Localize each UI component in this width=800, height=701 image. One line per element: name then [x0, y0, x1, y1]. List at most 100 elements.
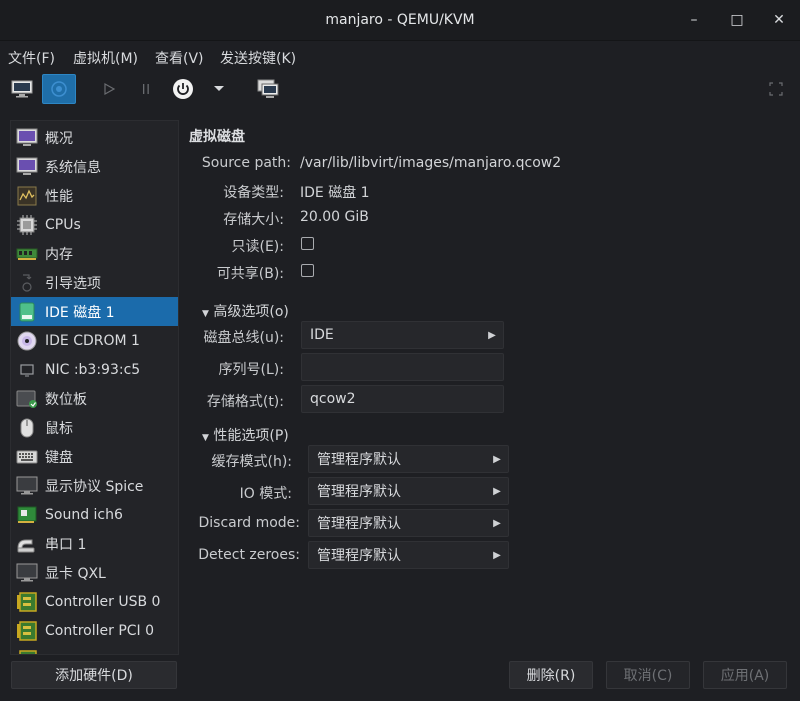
source-path-label: Source path: — [201, 155, 291, 171]
remove-button[interactable]: 删除(R) — [509, 661, 593, 689]
sidebar-item-video[interactable]: 显卡 QXL — [11, 558, 178, 587]
sidebar-item-overview[interactable]: 概况 — [11, 123, 178, 152]
close-button[interactable]: ✕ — [769, 10, 789, 30]
snapshot-icon — [257, 79, 279, 98]
device-type-label: 设备类型: — [223, 185, 284, 201]
mouse-icon — [15, 417, 39, 439]
sound-icon — [15, 504, 39, 526]
sidebar-item-memory[interactable]: 内存 — [11, 239, 178, 268]
storage-format-label: 存储格式(t): — [206, 394, 284, 410]
sidebar-item-label: 系统信息 — [45, 159, 101, 176]
sidebar-item-label: 鼠标 — [45, 420, 73, 437]
chevron-right-icon: ▶ — [493, 485, 501, 497]
nic-icon — [15, 359, 39, 381]
maximize-button[interactable]: □ — [727, 10, 747, 30]
minimize-button[interactable]: – — [684, 10, 704, 30]
details-panel: 虚拟磁盘 Source path: /var/lib/libvirt/image… — [188, 120, 788, 650]
sidebar-item-tablet[interactable]: 数位板 — [11, 384, 178, 413]
menu-bar: 文件(F) 虚拟机(M) 查看(V) 发送按键(K) — [0, 41, 800, 71]
title-bar: manjaro - QEMU/KVM – □ ✕ — [0, 0, 800, 41]
chevron-right-icon: ▶ — [488, 329, 496, 341]
tablet-icon — [15, 388, 39, 410]
controller-icon — [15, 649, 39, 654]
sidebar-item-label: 引导选项 — [45, 275, 101, 292]
details-view-button[interactable] — [42, 74, 76, 104]
boot-icon — [15, 272, 39, 294]
controller-icon — [15, 591, 39, 613]
sidebar-item-ide-disk[interactable]: IDE 磁盘 1 — [11, 297, 178, 326]
source-path-value: /var/lib/libvirt/images/manjaro.qcow2 — [300, 155, 562, 171]
detect-zeroes-select[interactable]: 管理程序默认 ▶ — [308, 541, 509, 569]
shutdown-menu-button[interactable] — [202, 74, 236, 104]
cancel-button[interactable]: 取消(C) — [606, 661, 690, 689]
sidebar-item-serial[interactable]: 串口 1 — [11, 529, 178, 558]
sidebar-item-label: 内存 — [45, 246, 73, 263]
snapshots-button[interactable] — [251, 74, 285, 104]
serial-input[interactable] — [301, 353, 504, 381]
overview-icon — [15, 127, 39, 149]
keyboard-icon — [15, 446, 39, 468]
performance-options-expander[interactable]: ▼ 性能选项(P) — [202, 425, 289, 445]
power-icon — [173, 79, 193, 99]
sidebar-item-controller-usb[interactable]: Controller USB 0 — [11, 587, 178, 616]
sidebar-item-cpus[interactable]: CPUs — [11, 210, 178, 239]
storage-size-label: 存储大小: — [223, 212, 284, 228]
run-button[interactable] — [92, 74, 126, 104]
device-type-value: IDE 磁盘 1 — [300, 185, 370, 201]
expander-arrow-icon: ▼ — [202, 433, 209, 443]
serial-icon — [15, 533, 39, 555]
sidebar-item-label: 概况 — [45, 130, 73, 147]
sidebar-item-cdrom[interactable]: IDE CDROM 1 — [11, 326, 178, 355]
system-info-icon — [15, 156, 39, 178]
sidebar-item-label: 显示协议 Spice — [45, 478, 144, 495]
pause-button[interactable] — [129, 74, 163, 104]
sidebar-item-sound[interactable]: Sound ich6 — [11, 500, 178, 529]
menu-file[interactable]: 文件(F) — [8, 48, 55, 68]
discard-mode-label: Discard mode: — [198, 515, 300, 531]
sidebar-item-keyboard[interactable]: 键盘 — [11, 442, 178, 471]
sidebar-item-controller-pci[interactable]: Controller PCI 0 — [11, 616, 178, 645]
sidebar-item-label: 串口 1 — [45, 536, 87, 553]
menu-vm[interactable]: 虚拟机(M) — [73, 48, 138, 68]
controller-icon — [15, 620, 39, 642]
discard-mode-select[interactable]: 管理程序默认 ▶ — [308, 509, 509, 537]
cache-mode-select[interactable]: 管理程序默认 ▶ — [308, 445, 509, 473]
shutdown-button[interactable] — [166, 74, 200, 104]
shareable-label: 可共享(B): — [216, 266, 284, 282]
shareable-checkbox[interactable] — [301, 264, 314, 277]
sidebar-item-label: Controller USB 0 — [45, 593, 161, 610]
sidebar-item-label: 数位板 — [45, 391, 87, 408]
cdrom-icon — [15, 330, 39, 352]
advanced-options-expander[interactable]: ▼ 高级选项(o) — [202, 301, 289, 321]
apply-button[interactable]: 应用(A) — [703, 661, 787, 689]
storage-size-value: 20.00 GiB — [300, 209, 369, 225]
sidebar-item-label: 键盘 — [45, 449, 73, 466]
sidebar-item-label: Controller PCI 0 — [45, 622, 155, 639]
menu-send-key[interactable]: 发送按键(K) — [220, 48, 296, 68]
sidebar-item-system-info[interactable]: 系统信息 — [11, 152, 178, 181]
readonly-label: 只读(E): — [231, 239, 285, 255]
readonly-checkbox[interactable] — [301, 237, 314, 250]
cache-mode-label: 缓存模式(h): — [211, 454, 292, 470]
chevron-down-icon — [214, 86, 224, 91]
sidebar-item-display[interactable]: 显示协议 Spice — [11, 471, 178, 500]
chevron-right-icon: ▶ — [493, 453, 501, 465]
io-mode-select[interactable]: 管理程序默认 ▶ — [308, 477, 509, 505]
storage-format-input[interactable]: qcow2 — [301, 385, 504, 413]
sidebar-item-mouse[interactable]: 鼠标 — [11, 413, 178, 442]
hardware-list: 概况 系统信息 性能 CPUs 内存 引导选项 IDE 磁盘 1 IDE CDR… — [10, 120, 179, 655]
chevron-right-icon: ▶ — [493, 549, 501, 561]
monitor-icon — [11, 80, 33, 98]
disk-bus-select[interactable]: IDE ▶ — [301, 321, 504, 349]
detect-zeroes-label: Detect zeroes: — [198, 547, 300, 563]
console-view-button[interactable] — [5, 74, 39, 104]
sidebar-item-performance[interactable]: 性能 — [11, 181, 178, 210]
menu-view[interactable]: 查看(V) — [155, 48, 204, 68]
expander-arrow-icon: ▼ — [202, 309, 209, 319]
sidebar-item-label: IDE 磁盘 1 — [45, 304, 115, 321]
add-hardware-button[interactable]: 添加硬件(D) — [11, 661, 177, 689]
disk-bus-label: 磁盘总线(u): — [203, 330, 284, 346]
sidebar-item-boot[interactable]: 引导选项 — [11, 268, 178, 297]
sidebar-item-nic[interactable]: NIC :b3:93:c5 — [11, 355, 178, 384]
fullscreen-button[interactable] — [759, 74, 793, 104]
